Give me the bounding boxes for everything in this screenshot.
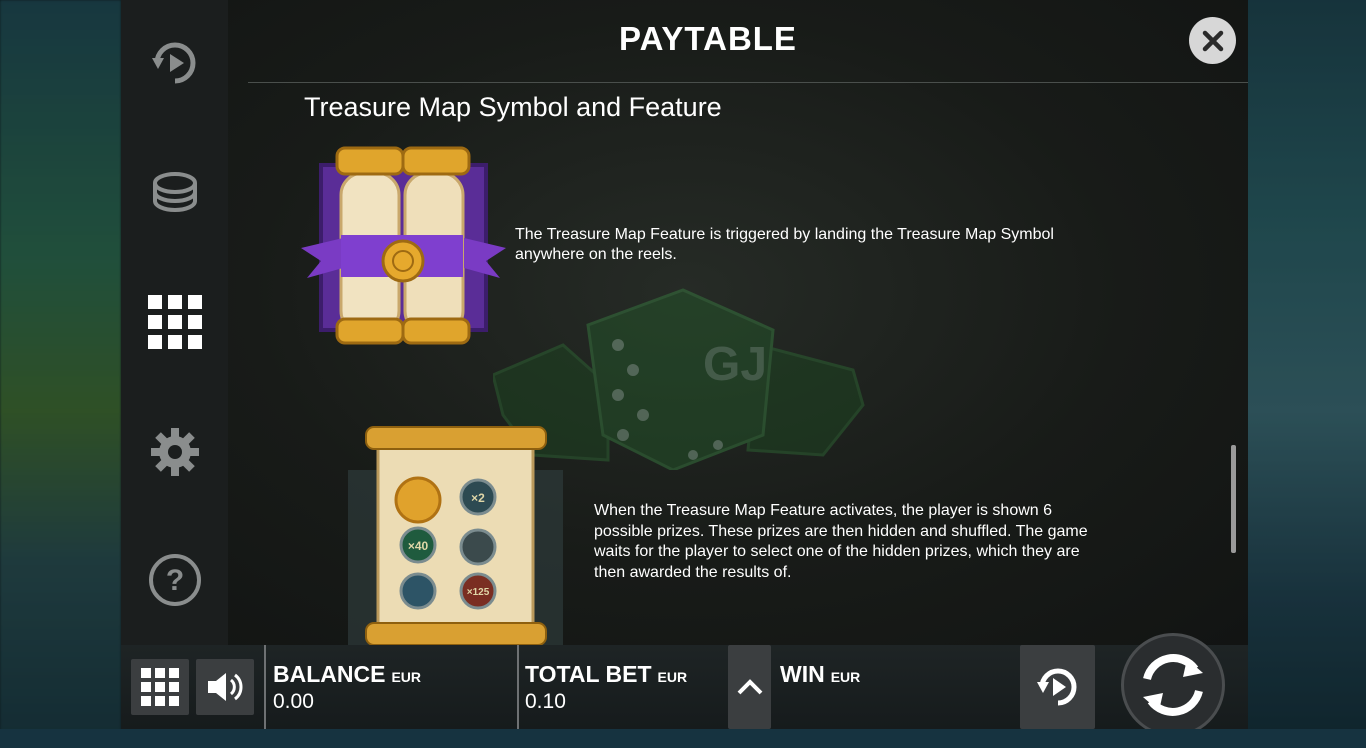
paytable-content: PAYTABLE Treasure Map Symbol and Feature… — [228, 0, 1248, 645]
menu-button[interactable] — [131, 659, 189, 715]
bottom-bar: BALANCE EUR 0.00 TOTAL BET EUR 0.10 WIN EUR — [121, 633, 1248, 737]
speaker-icon — [208, 673, 243, 701]
content-scrollbar[interactable] — [1231, 445, 1236, 553]
bet-expand-button[interactable] — [728, 645, 771, 729]
feature-trigger-text: The Treasure Map Feature is triggered by… — [515, 226, 1054, 263]
balance-value: 0.00 — [273, 690, 314, 713]
background-left — [0, 0, 121, 748]
page-title: PAYTABLE — [619, 20, 797, 57]
total-bet-label: TOTAL BET EUR — [525, 661, 688, 687]
menu-grid-icon — [141, 668, 179, 706]
svg-text:GJ: GJ — [703, 338, 767, 391]
prize-label-x2: ×2 — [471, 491, 485, 505]
balance-label: BALANCE EUR — [273, 661, 422, 687]
autoplay-icon — [152, 42, 196, 84]
chevron-up-icon — [737, 679, 762, 695]
spin-arrows-icon — [1143, 654, 1203, 716]
total-bet-value: 0.10 — [525, 690, 566, 713]
divider — [517, 645, 519, 729]
svg-text:?: ? — [166, 564, 184, 597]
coins-icon — [153, 172, 197, 212]
background-right — [1248, 0, 1366, 748]
win-label: WIN EUR — [780, 661, 861, 687]
paytable-button[interactable] — [147, 294, 203, 350]
prize-label-x125: ×125 — [467, 587, 490, 598]
autoplay-icon — [1036, 668, 1076, 706]
header-divider — [248, 82, 1248, 83]
settings-button[interactable] — [147, 424, 203, 480]
prize-label-x40: ×40 — [408, 539, 429, 553]
help-button[interactable]: ? — [147, 552, 203, 608]
divider — [264, 645, 266, 729]
paytable-grid-icon — [148, 295, 202, 349]
side-menu: ? — [121, 0, 228, 645]
help-icon: ? — [149, 554, 201, 606]
treasure-map-symbol-icon — [301, 146, 506, 345]
close-icon — [1202, 30, 1223, 51]
autoplay-bottom-button[interactable] — [1020, 645, 1095, 729]
bet-coins-button[interactable] — [147, 165, 203, 221]
section-title: Treasure Map Symbol and Feature — [304, 92, 722, 122]
sound-button[interactable] — [196, 659, 254, 715]
spin-button[interactable] — [1121, 633, 1225, 737]
treasure-map-scroll-icon: ×2 ×40 ×125 — [348, 426, 563, 645]
close-button[interactable] — [1189, 17, 1236, 64]
autoplay-button[interactable] — [147, 35, 203, 91]
background-bottom — [0, 729, 1366, 748]
settings-gear-icon — [151, 428, 199, 476]
feature-description-text: When the Treasure Map Feature activates,… — [594, 502, 1088, 581]
